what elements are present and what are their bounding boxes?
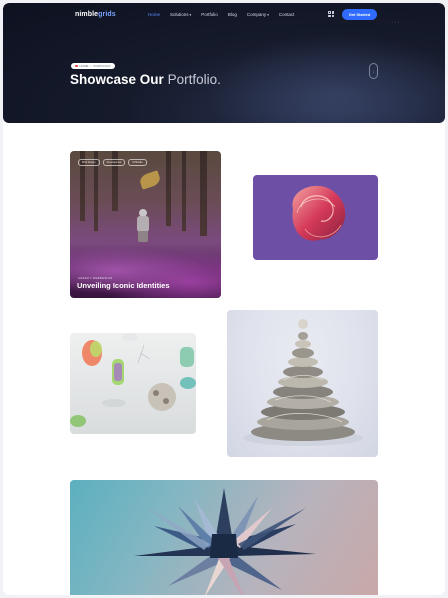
breadcrumb: HOME / PORTFOLIO (71, 63, 115, 69)
main-nav: Home Solutions ▾ Portfolio Blog Company … (148, 12, 294, 17)
get-started-button[interactable]: Get Started (342, 9, 377, 20)
card-title[interactable]: Unveiling Iconic Identities (77, 281, 170, 290)
nav-label: Blog (227, 12, 237, 17)
nav-item-contact[interactable]: Contact (279, 12, 295, 17)
nav-label: Company (246, 12, 267, 17)
astronaut-figure (136, 209, 150, 243)
nav-label: Solutions (170, 12, 189, 17)
portfolio-card-tower[interactable] (227, 310, 378, 457)
card-eyebrow: AGENCY WEBDESIGN (78, 276, 113, 280)
breadcrumb-home[interactable]: HOME (80, 64, 89, 68)
page-title: Showcase Our Portfolio. (70, 72, 221, 87)
page-frame: nimblegrids Home Solutions ▾ Portfolio B… (3, 3, 445, 595)
tree-trunk (182, 151, 186, 231)
nav-item-home[interactable]: Home (148, 12, 160, 17)
portfolio-card-shapes[interactable] (70, 333, 196, 434)
scroll-down-icon[interactable]: ↓ (369, 63, 378, 79)
portfolio-card-featured[interactable]: Web Design Development UI/Studio AGENCY … (70, 151, 221, 298)
brand-name-part-2: grids (98, 11, 116, 18)
floating-leaf (138, 170, 162, 190)
chevron-down-icon: ▾ (267, 12, 269, 17)
tree-trunk (166, 151, 171, 226)
nav-item-portfolio[interactable]: Portfolio (201, 12, 218, 17)
page-title-bold: Showcase Our (70, 72, 164, 87)
apps-grid-icon[interactable] (328, 11, 334, 17)
portfolio-card-crystal[interactable] (70, 480, 378, 595)
breadcrumb-current: PORTFOLIO (93, 64, 111, 68)
tag[interactable]: Web Design (78, 159, 100, 166)
hero-decoration (205, 33, 445, 123)
tag[interactable]: UI/Studio (128, 159, 147, 166)
tag[interactable]: Development (102, 159, 126, 166)
page-title-light: Portfolio. (167, 72, 221, 87)
chevron-down-icon: ▾ (189, 12, 192, 17)
dots-decoration: ••• (392, 20, 402, 24)
tree-trunk (200, 151, 207, 236)
crystal-artwork (134, 488, 316, 595)
nav-item-company[interactable]: Company ▾ (247, 12, 269, 17)
nav-item-solutions[interactable]: Solutions ▾ (170, 12, 191, 17)
nav-label: Contact (278, 12, 295, 17)
nav-label: Portfolio (201, 12, 218, 17)
portfolio-card-swirl[interactable] (253, 175, 378, 260)
brand-logo[interactable]: nimblegrids (75, 11, 116, 18)
nav-label: Home (148, 12, 161, 17)
brand-name-part-1: nimble (75, 11, 99, 18)
nav-item-blog[interactable]: Blog (228, 12, 237, 17)
breadcrumb-separator: / (90, 64, 92, 68)
tag-list: Web Design Development UI/Studio (78, 159, 147, 166)
swirl-artwork (292, 185, 346, 241)
hero-section: nimblegrids Home Solutions ▾ Portfolio B… (3, 3, 445, 123)
shapes-artwork (70, 333, 196, 427)
home-icon (75, 64, 78, 68)
tower-artwork (243, 319, 363, 446)
